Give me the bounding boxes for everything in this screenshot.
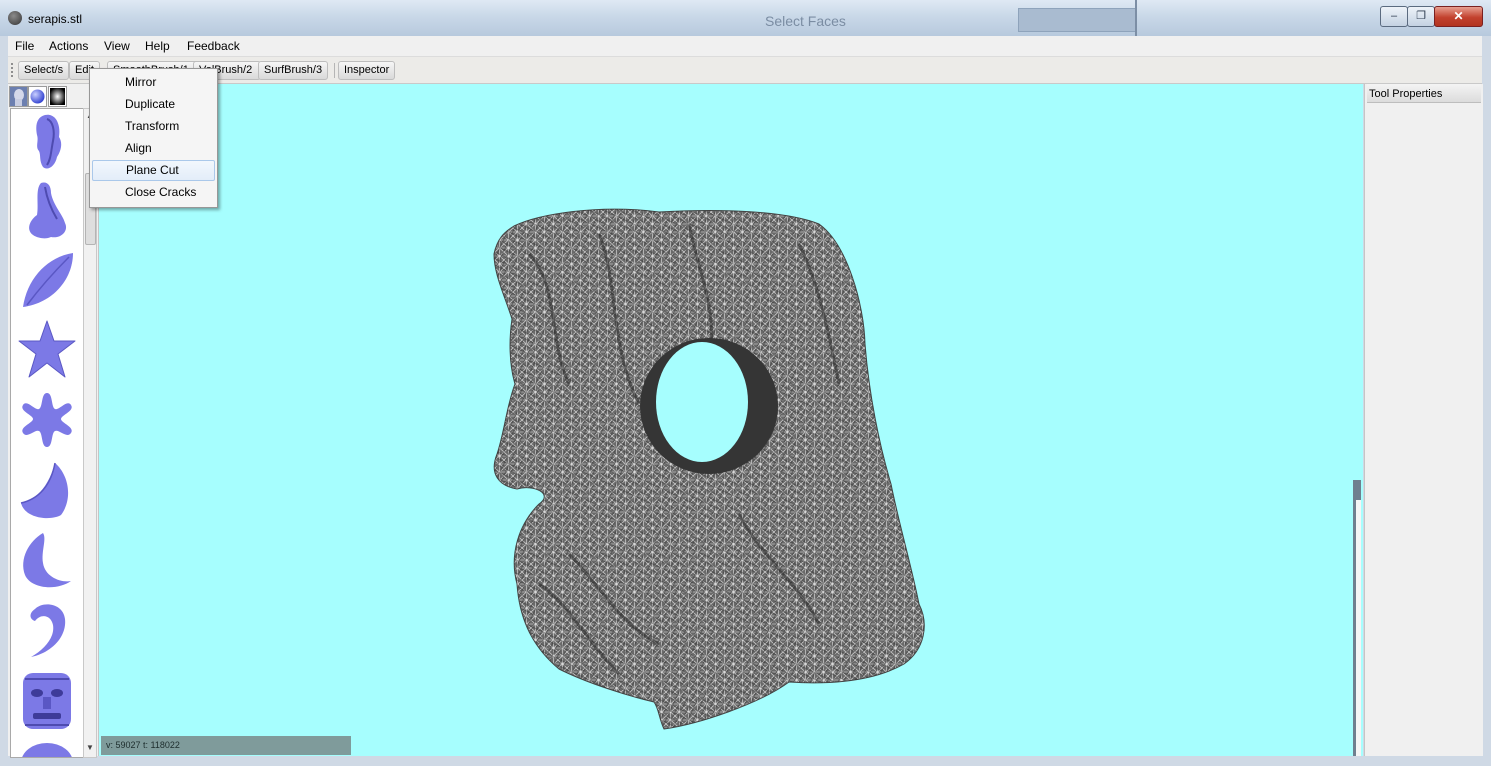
menu-file[interactable]: File bbox=[15, 39, 34, 53]
mesh-stats-bar: v: 59027 t: 118022 bbox=[101, 736, 351, 755]
select-tool-button[interactable]: Select/s bbox=[18, 61, 70, 80]
application-window: serapis.stl Select Faces – ❐ ✕ File Acti… bbox=[0, 0, 1491, 766]
toolbar: Select/s Edit SmoothBrush/1 VolBrush/2 S… bbox=[8, 57, 1482, 84]
menu-item-transform[interactable]: Transform bbox=[92, 116, 213, 137]
leaf-icon[interactable] bbox=[17, 249, 77, 311]
menu-item-plane-cut[interactable]: Plane Cut bbox=[92, 160, 215, 181]
menu-bar: File Actions View Help Feedback bbox=[8, 36, 1482, 57]
title-bar: serapis.stl Select Faces – ❐ ✕ bbox=[0, 0, 1491, 36]
inspector-button[interactable]: Inspector bbox=[338, 61, 396, 80]
mask-icon[interactable] bbox=[17, 669, 77, 731]
surface-brush-button[interactable]: SurfBrush/3 bbox=[258, 61, 329, 80]
menu-item-close-cracks[interactable]: Close Cracks bbox=[92, 182, 213, 203]
scroll-down-icon[interactable]: ▼ bbox=[86, 743, 94, 752]
cut-hole bbox=[656, 342, 748, 462]
drop-icon[interactable] bbox=[17, 529, 77, 591]
nose-icon[interactable] bbox=[17, 179, 77, 241]
toolbar-grip[interactable] bbox=[11, 63, 15, 77]
face-icon[interactable] bbox=[17, 111, 77, 173]
crescent-icon[interactable] bbox=[17, 459, 77, 521]
meshes-tab-icon[interactable] bbox=[9, 86, 28, 107]
menu-help[interactable]: Help bbox=[145, 39, 170, 53]
menu-feedback[interactable]: Feedback bbox=[187, 39, 240, 53]
tool-properties-header: Tool Properties bbox=[1367, 84, 1481, 103]
spheres-tab-icon[interactable] bbox=[28, 86, 47, 107]
serapis-mesh[interactable] bbox=[99, 84, 1363, 756]
minimize-button[interactable]: – bbox=[1380, 6, 1408, 27]
menu-item-duplicate[interactable]: Duplicate bbox=[92, 94, 213, 115]
menu-item-mirror[interactable]: Mirror bbox=[92, 72, 213, 93]
menu-actions[interactable]: Actions bbox=[49, 39, 88, 53]
partial-shape-icon[interactable] bbox=[17, 739, 77, 758]
tool-properties-panel: Tool Properties bbox=[1364, 84, 1483, 756]
curl-icon[interactable] bbox=[17, 599, 77, 661]
maximize-button[interactable]: ❐ bbox=[1407, 6, 1435, 27]
shape-list bbox=[10, 108, 84, 758]
window-title: serapis.stl bbox=[28, 12, 83, 26]
viewport-scroll-track[interactable] bbox=[1356, 500, 1361, 756]
tool-properties-title: Tool Properties bbox=[1369, 88, 1443, 100]
flower-icon[interactable] bbox=[17, 389, 77, 451]
shape-library-panel: ▲ ▼ bbox=[8, 84, 99, 758]
app-icon bbox=[8, 11, 22, 25]
menu-item-align[interactable]: Align bbox=[92, 138, 213, 159]
toolbar-separator bbox=[334, 63, 335, 78]
edit-dropdown-menu: Mirror Duplicate Transform Align Plane C… bbox=[89, 68, 218, 208]
background-window-edge bbox=[1135, 0, 1137, 36]
background-window-title: Select Faces bbox=[765, 13, 846, 29]
menu-view[interactable]: View bbox=[104, 39, 130, 53]
patterns-tab-icon[interactable] bbox=[48, 86, 67, 107]
close-button[interactable]: ✕ bbox=[1434, 6, 1483, 27]
mesh-stats-text: v: 59027 t: 118022 bbox=[106, 740, 180, 750]
background-window-tab bbox=[1018, 8, 1136, 32]
3d-viewport[interactable]: v: 59027 t: 118022 bbox=[99, 84, 1363, 756]
star-icon[interactable] bbox=[17, 319, 77, 381]
